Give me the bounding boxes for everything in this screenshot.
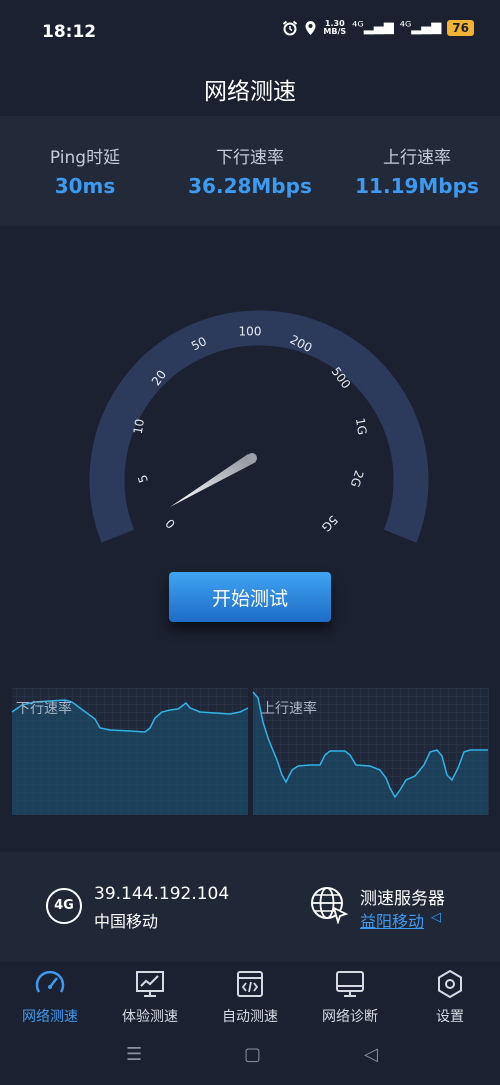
nav-auto-test[interactable]: 自动测速 <box>200 962 300 1034</box>
bottom-nav: 网络测速 体验测速 自动测速 网络诊断 设置 <box>0 962 500 1034</box>
gauge-needle-hub <box>247 453 257 463</box>
status-icons: 1.30 MB/S ⁴ᴳ▂▄▆ ⁴ᴳ▂▄▆ 76 <box>282 20 474 36</box>
nav-label: 设置 <box>436 1009 464 1025</box>
ip-address: 39.144.192.104 <box>94 884 230 904</box>
nav-label: 自动测速 <box>222 1009 278 1025</box>
download-graph-label: 下行速率 <box>16 700 72 717</box>
gauge-tick-label: 10 <box>131 418 147 435</box>
monitor-chart-icon <box>136 971 164 997</box>
gauge-tick-label: 100 <box>239 325 262 339</box>
isp-name: 中国移动 <box>94 912 159 931</box>
gauge-tick-label: 5G <box>319 513 341 535</box>
nav-speed-test[interactable]: 网络测速 <box>0 962 100 1034</box>
status-time: 18:12 <box>42 22 97 42</box>
nav-label: 网络测速 <box>22 1009 78 1025</box>
upload-label: 上行速率 <box>383 148 451 168</box>
gauge-needle <box>170 454 256 507</box>
ping-stat: Ping时延 30ms <box>0 143 170 198</box>
server-dropdown-icon[interactable]: ◁ <box>431 910 441 925</box>
speed-gauge: 051020501002005001G2G5G <box>89 310 429 543</box>
code-window-icon <box>237 971 263 997</box>
download-label: 下行速率 <box>216 148 284 168</box>
start-test-button[interactable]: 开始测试 <box>169 572 331 622</box>
gauge-tick-label: 0 <box>163 516 178 531</box>
nav-settings[interactable]: 设置 <box>400 962 500 1034</box>
nav-label: 网络诊断 <box>322 1009 378 1025</box>
hexagon-settings-icon <box>438 969 462 999</box>
stats-panel: Ping时延 30ms 下行速率 36.28Mbps 上行速率 11.19Mbp… <box>0 116 500 226</box>
signal-icon-1: ⁴ᴳ▂▄▆ <box>352 20 394 35</box>
download-value: 36.28Mbps <box>188 174 312 198</box>
page-title: 网络测速 <box>204 79 296 105</box>
system-nav-bar: ☰ ▢ ◁ <box>0 1034 500 1085</box>
desktop-icon <box>336 971 364 997</box>
download-stat: 下行速率 36.28Mbps <box>165 143 335 198</box>
alarm-icon <box>283 20 298 36</box>
nav-label: 体验测速 <box>122 1009 178 1025</box>
gauge-tick-label: 5 <box>135 473 151 485</box>
globe-icon <box>311 887 348 924</box>
net-speed-indicator: 1.30 MB/S <box>323 19 347 36</box>
speedometer-icon <box>35 970 65 993</box>
ping-value: 30ms <box>54 174 116 198</box>
nav-diagnosis[interactable]: 网络诊断 <box>300 962 400 1034</box>
status-bar: 18:12 1.30 MB/S ⁴ᴳ▂▄▆ ⁴ᴳ▂▄▆ 76 <box>0 0 500 64</box>
network-type-4g-icon: 4G <box>46 888 82 924</box>
server-label: 测速服务器 <box>360 889 445 909</box>
menu-icon[interactable]: ☰ <box>126 1044 142 1065</box>
server-select-link[interactable]: 益阳移动 <box>360 908 424 932</box>
upload-graph-label: 上行速率 <box>261 700 317 717</box>
home-icon[interactable]: ▢ <box>244 1044 261 1065</box>
location-icon <box>305 21 316 35</box>
battery-indicator: 76 <box>447 20 474 36</box>
upload-stat: 上行速率 11.19Mbps <box>332 143 500 198</box>
signal-icon-2: ⁴ᴳ▂▄▆ <box>399 20 442 35</box>
back-icon[interactable]: ◁ <box>364 1044 378 1065</box>
speed-graphs: 下行速率 上行速率 <box>11 688 489 815</box>
ping-label: Ping时延 <box>49 148 121 168</box>
gauge-tick-label: 1G <box>353 417 369 436</box>
upload-value: 11.19Mbps <box>355 174 479 198</box>
nav-experience-test[interactable]: 体验测速 <box>100 962 200 1034</box>
gauge-tick-label: 2G <box>348 469 367 489</box>
